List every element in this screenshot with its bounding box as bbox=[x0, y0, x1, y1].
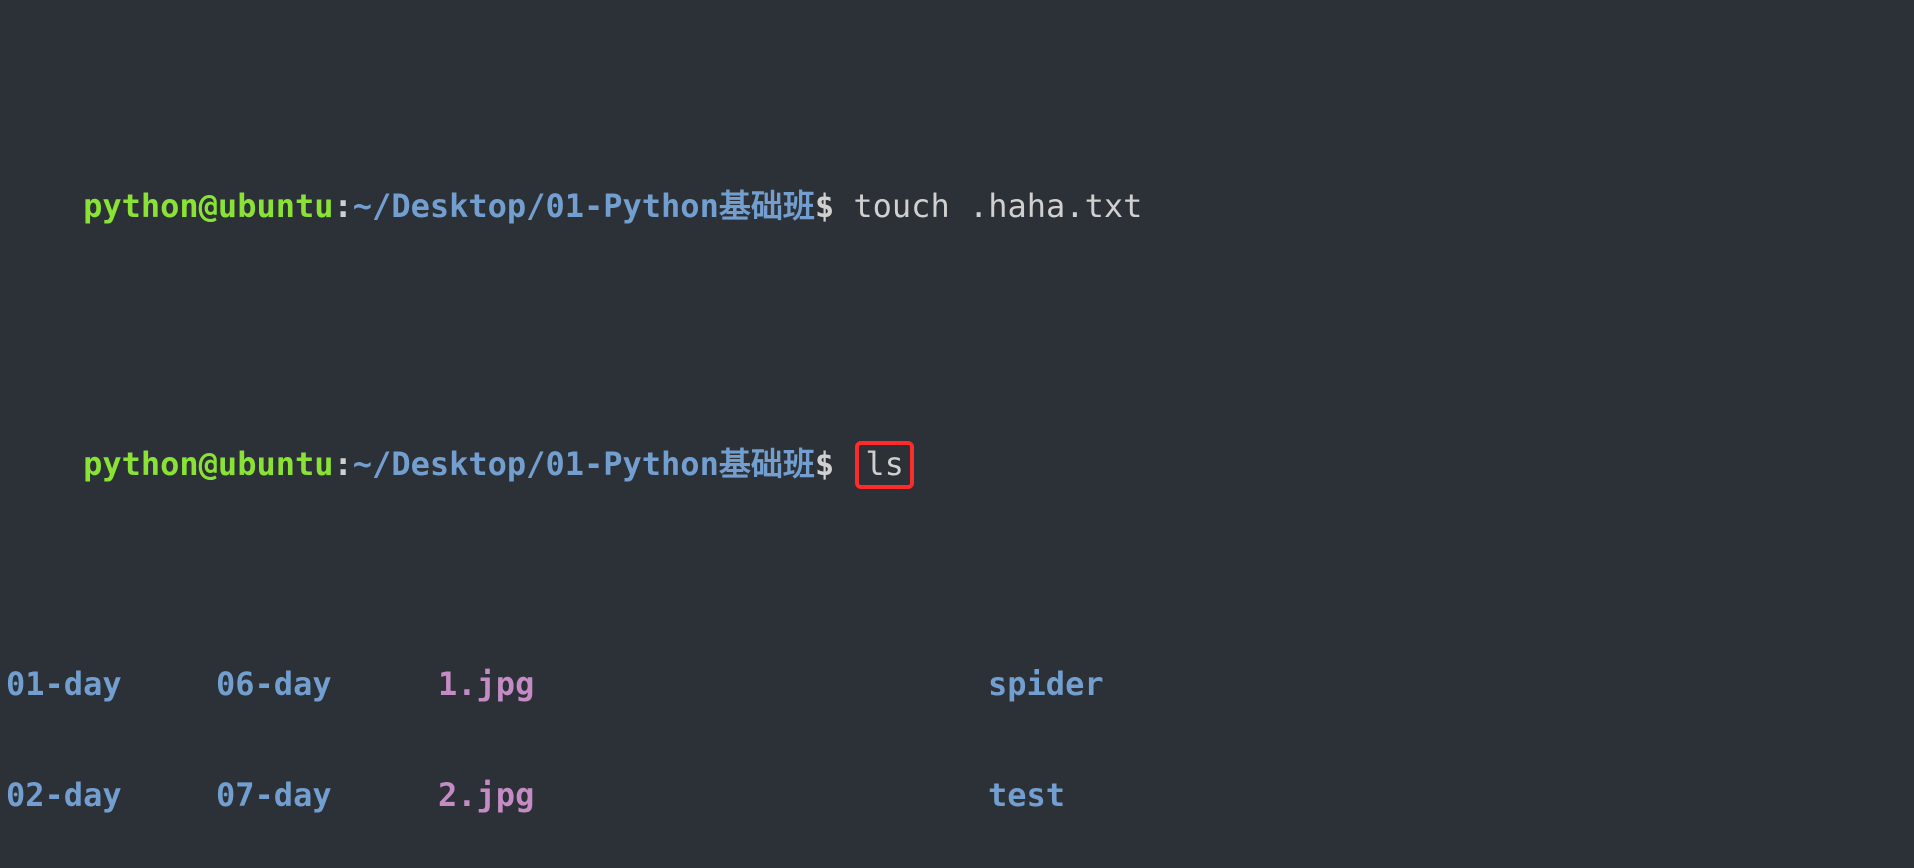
prompt-user: python@ubuntu bbox=[83, 445, 333, 483]
terminal[interactable]: python@ubuntu:~/Desktop/01-Python基础班$ to… bbox=[0, 0, 1914, 868]
cmd-touch: touch .haha.txt bbox=[853, 187, 1142, 225]
prompt-line: python@ubuntu:~/Desktop/01-Python基础班$ ls bbox=[6, 409, 1908, 519]
prompt-line: python@ubuntu:~/Desktop/01-Python基础班$ to… bbox=[6, 151, 1908, 261]
ls-row: 01-day06-day1.jpgspider bbox=[6, 666, 1908, 703]
prompt-path: ~/Desktop/01-Python基础班 bbox=[353, 445, 815, 483]
prompt-path: ~/Desktop/01-Python基础班 bbox=[353, 187, 815, 225]
ls-row: 02-day07-day2.jpgtest bbox=[6, 777, 1908, 814]
prompt-user: python@ubuntu bbox=[83, 187, 333, 225]
cmd-ls-highlighted: ls bbox=[855, 441, 914, 489]
